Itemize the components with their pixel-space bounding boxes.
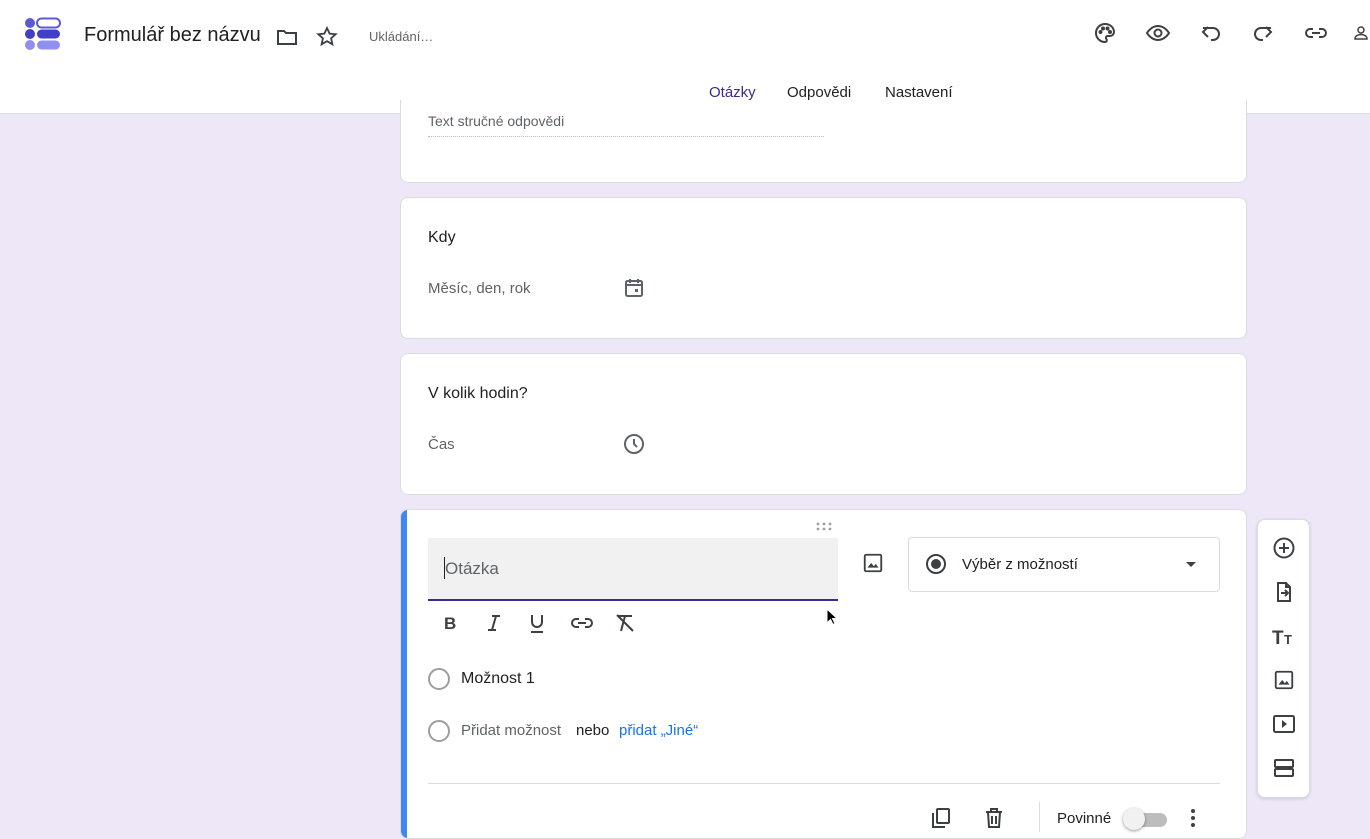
dropdown-arrow-icon <box>1181 555 1201 575</box>
italic-icon[interactable] <box>483 612 505 634</box>
forms-logo-icon[interactable] <box>24 17 62 53</box>
link-icon[interactable] <box>1303 20 1329 46</box>
question-input[interactable]: Otázka <box>428 538 838 601</box>
bold-icon[interactable]: B <box>439 612 461 634</box>
add-image-icon[interactable] <box>1271 667 1297 693</box>
short-answer-hint: Text stručné odpovědi <box>428 113 565 129</box>
undo-icon[interactable] <box>1198 20 1224 46</box>
active-card-accent <box>401 510 407 838</box>
form-title[interactable]: Formulář bez názvu <box>84 24 261 47</box>
question-card-editing[interactable]: Otázka Výběr z možností B Možnost 1 Přid… <box>400 509 1247 839</box>
question-type-label: Výběr z možností <box>962 556 1078 573</box>
tab-responses[interactable]: Odpovědi <box>787 84 851 101</box>
duplicate-icon[interactable] <box>929 806 953 830</box>
add-option-radio <box>428 720 450 742</box>
radio-type-icon <box>925 553 947 575</box>
add-video-icon[interactable] <box>1271 711 1297 737</box>
more-options-icon[interactable] <box>1181 806 1205 830</box>
clear-formatting-icon[interactable] <box>613 612 637 634</box>
question-title: Kdy <box>428 229 456 246</box>
question-placeholder: Otázka <box>445 559 499 578</box>
calendar-icon <box>622 276 646 300</box>
mouse-cursor-icon <box>826 607 839 631</box>
palette-icon[interactable] <box>1092 20 1118 46</box>
tab-questions[interactable]: Otázky <box>709 84 756 101</box>
svg-text:T: T <box>1284 632 1292 647</box>
save-status: Ukládání… <box>369 29 434 44</box>
footer-vertical-divider <box>1039 802 1040 832</box>
add-question-icon[interactable] <box>1271 535 1297 561</box>
question-card-date[interactable]: Kdy Měsíc, den, rok <box>400 197 1247 339</box>
delete-icon[interactable] <box>982 806 1006 830</box>
required-label: Povinné <box>1057 810 1112 827</box>
svg-text:B: B <box>444 614 456 633</box>
question-card-short-answer[interactable]: Text stručné odpovědi <box>400 100 1247 183</box>
underline-icon[interactable] <box>526 612 548 634</box>
card-footer-divider <box>428 783 1220 784</box>
option-1-label[interactable]: Možnost 1 <box>461 670 535 688</box>
or-separator: nebo <box>576 722 610 739</box>
question-type-dropdown[interactable]: Výběr z možností <box>908 537 1220 592</box>
star-icon[interactable] <box>315 25 339 49</box>
import-questions-icon[interactable] <box>1271 579 1297 605</box>
question-title: V kolik hodin? <box>428 385 528 402</box>
preview-eye-icon[interactable] <box>1145 20 1171 46</box>
insert-link-icon[interactable] <box>569 612 595 634</box>
folder-icon[interactable] <box>275 25 299 49</box>
time-hint: Čas <box>428 436 455 453</box>
svg-text:T: T <box>1272 628 1284 648</box>
clock-icon <box>622 432 646 456</box>
short-answer-line <box>428 136 824 137</box>
option-radio <box>428 668 450 690</box>
date-hint: Měsíc, den, rok <box>428 280 531 297</box>
redo-icon[interactable] <box>1250 20 1276 46</box>
question-card-time[interactable]: V kolik hodin? Čas <box>400 353 1247 495</box>
add-section-icon[interactable] <box>1271 755 1297 781</box>
app-header: Formulář bez názvu Ukládání… Otázky Odpo… <box>0 0 1370 114</box>
drag-handle-icon[interactable] <box>816 519 834 537</box>
add-option-link[interactable]: Přidat možnost <box>461 722 561 739</box>
add-title-icon[interactable]: TT <box>1271 623 1297 649</box>
add-other-link[interactable]: přidat „Jiné“ <box>619 722 698 739</box>
add-collaborator-icon[interactable] <box>1352 20 1370 46</box>
required-toggle-knob[interactable] <box>1123 808 1145 830</box>
tab-settings[interactable]: Nastavení <box>885 84 953 101</box>
floating-toolbar: TT <box>1257 519 1310 798</box>
add-image-icon[interactable] <box>861 551 885 575</box>
